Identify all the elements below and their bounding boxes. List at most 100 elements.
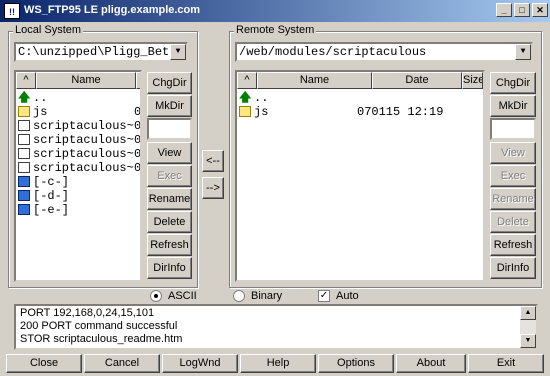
- local-chgdir-button[interactable]: ChgDir: [147, 72, 192, 94]
- local-file-row[interactable]: scriptaculous~ 0: [16, 147, 140, 161]
- remote-view-button[interactable]: View: [490, 142, 536, 164]
- auto-option[interactable]: ✓ Auto: [318, 290, 359, 303]
- local-name-header[interactable]: Name: [36, 72, 136, 89]
- log-line: STOR scriptaculous_readme.htm: [20, 333, 183, 345]
- remote-exec-button[interactable]: Exec: [490, 165, 536, 187]
- local-sort-header[interactable]: ^: [16, 72, 36, 89]
- remote-size-header[interactable]: Size: [462, 72, 483, 89]
- remote-name-header[interactable]: Name: [257, 72, 372, 89]
- window-title: WS_FTP95 LE pligg.example.com: [24, 4, 201, 16]
- remote-chgdir-button[interactable]: ChgDir: [490, 72, 536, 94]
- local-file-row[interactable]: 🡅 ..: [16, 91, 140, 105]
- app-icon: !!: [4, 3, 20, 19]
- file-name: js: [33, 105, 48, 119]
- logwnd-button[interactable]: LogWnd: [162, 354, 238, 373]
- local-view-button[interactable]: View: [147, 142, 192, 164]
- ascii-label: ASCII: [168, 290, 197, 302]
- file-icon: [18, 134, 30, 145]
- binary-radio[interactable]: [233, 290, 245, 303]
- binary-option[interactable]: Binary: [233, 290, 282, 303]
- file-size: 0: [134, 147, 142, 161]
- file-date: 070115 12:19: [357, 105, 444, 119]
- log-scrollbar[interactable]: ▲ ▼: [520, 306, 536, 348]
- options-button[interactable]: Options: [318, 354, 394, 373]
- about-button[interactable]: About: [396, 354, 466, 373]
- title-bar[interactable]: !! WS_FTP95 LE pligg.example.com _ □ ✕: [0, 0, 550, 22]
- local-drive-row[interactable]: [-c-]: [16, 175, 140, 189]
- file-icon: [18, 120, 30, 131]
- ascii-radio[interactable]: [150, 290, 162, 303]
- binary-label: Binary: [251, 290, 283, 302]
- file-icon: [18, 162, 30, 173]
- transfer-to-local-button[interactable]: <--: [202, 150, 224, 172]
- remote-rename-button[interactable]: Rename: [490, 188, 536, 210]
- cancel-button[interactable]: Cancel: [84, 354, 160, 373]
- scroll-down-icon[interactable]: ▼: [520, 334, 536, 348]
- close-button[interactable]: Close: [6, 354, 82, 373]
- ascii-option[interactable]: ASCII: [150, 290, 197, 303]
- up-arrow-icon: 🡅: [239, 90, 252, 104]
- log-line: PORT 192,168,0,24,15,101: [20, 307, 155, 319]
- local-refresh-button[interactable]: Refresh: [147, 234, 192, 256]
- local-path-combo[interactable]: C:\unzipped\Pligg_Beta_ ▼: [14, 42, 188, 62]
- message-log[interactable]: PORT 192,168,0,24,15,101 200 PORT comman…: [14, 304, 538, 350]
- transfer-to-remote-button[interactable]: -->: [202, 177, 224, 199]
- chevron-down-icon[interactable]: ▼: [515, 44, 531, 60]
- remote-sort-header[interactable]: ^: [237, 72, 257, 89]
- local-mkdir-button[interactable]: MkDir: [147, 95, 192, 117]
- local-drive-row[interactable]: [-d-]: [16, 189, 140, 203]
- remote-path-value: /web/modules/scriptaculous: [239, 45, 427, 59]
- local-filter-input[interactable]: [147, 118, 192, 140]
- drive-icon: [18, 176, 30, 187]
- remote-system-label: Remote System: [234, 24, 317, 36]
- remote-path-combo[interactable]: /web/modules/scriptaculous ▼: [235, 42, 533, 62]
- file-name: ..: [254, 91, 269, 105]
- close-window-button[interactable]: ✕: [532, 3, 548, 17]
- auto-checkbox[interactable]: ✓: [318, 290, 330, 303]
- folder-icon: [239, 106, 251, 117]
- local-dirinfo-button[interactable]: DirInfo: [147, 257, 192, 279]
- local-file-row[interactable]: js 0: [16, 105, 140, 119]
- file-size: 0: [134, 161, 142, 175]
- file-size: 0: [134, 133, 142, 147]
- remote-refresh-button[interactable]: Refresh: [490, 234, 536, 256]
- help-button[interactable]: Help: [240, 354, 316, 373]
- chevron-down-icon[interactable]: ▼: [170, 44, 186, 60]
- remote-filter-input[interactable]: [490, 118, 536, 140]
- local-exec-button[interactable]: Exec: [147, 165, 192, 187]
- remote-file-list[interactable]: ^ Name Date Size 🡅 .. js 070115 12:19: [235, 70, 485, 282]
- remote-mkdir-button[interactable]: MkDir: [490, 95, 536, 117]
- file-name: scriptaculous~: [33, 161, 134, 175]
- local-extra-header[interactable]: [136, 72, 140, 89]
- maximize-button[interactable]: □: [514, 3, 530, 17]
- file-size: 0: [134, 119, 142, 133]
- ftp-window: !! WS_FTP95 LE pligg.example.com _ □ ✕ L…: [0, 0, 550, 376]
- remote-delete-button[interactable]: Delete: [490, 211, 536, 233]
- drive-name: [-e-]: [33, 203, 70, 217]
- file-name: js: [254, 105, 269, 119]
- folder-icon: [18, 106, 30, 117]
- local-file-row[interactable]: scriptaculous~ 0: [16, 161, 140, 175]
- local-system-label: Local System: [13, 24, 84, 36]
- remote-file-row[interactable]: js 070115 12:19: [237, 105, 483, 119]
- exit-button[interactable]: Exit: [468, 354, 544, 373]
- local-file-list[interactable]: ^ Name 🡅 .. js 0 scriptaculous~ 0 script…: [14, 70, 142, 282]
- file-name: scriptaculous~: [33, 119, 134, 133]
- drive-icon: [18, 190, 30, 201]
- drive-name: [-d-]: [33, 189, 70, 203]
- file-name: ..: [33, 91, 48, 105]
- local-drive-row[interactable]: [-e-]: [16, 203, 140, 217]
- local-file-row[interactable]: scriptaculous~ 0: [16, 133, 140, 147]
- local-path-value: C:\unzipped\Pligg_Beta_: [18, 45, 184, 59]
- file-name: scriptaculous~: [33, 147, 134, 161]
- local-file-row[interactable]: scriptaculous~ 0: [16, 119, 140, 133]
- drive-name: [-c-]: [33, 175, 70, 189]
- minimize-button[interactable]: _: [496, 3, 512, 17]
- remote-date-header[interactable]: Date: [372, 72, 462, 89]
- file-name: scriptaculous~: [33, 133, 134, 147]
- scroll-up-icon[interactable]: ▲: [520, 306, 536, 320]
- local-rename-button[interactable]: Rename: [147, 188, 192, 210]
- local-delete-button[interactable]: Delete: [147, 211, 192, 233]
- remote-file-row[interactable]: 🡅 ..: [237, 91, 483, 105]
- remote-dirinfo-button[interactable]: DirInfo: [490, 257, 536, 279]
